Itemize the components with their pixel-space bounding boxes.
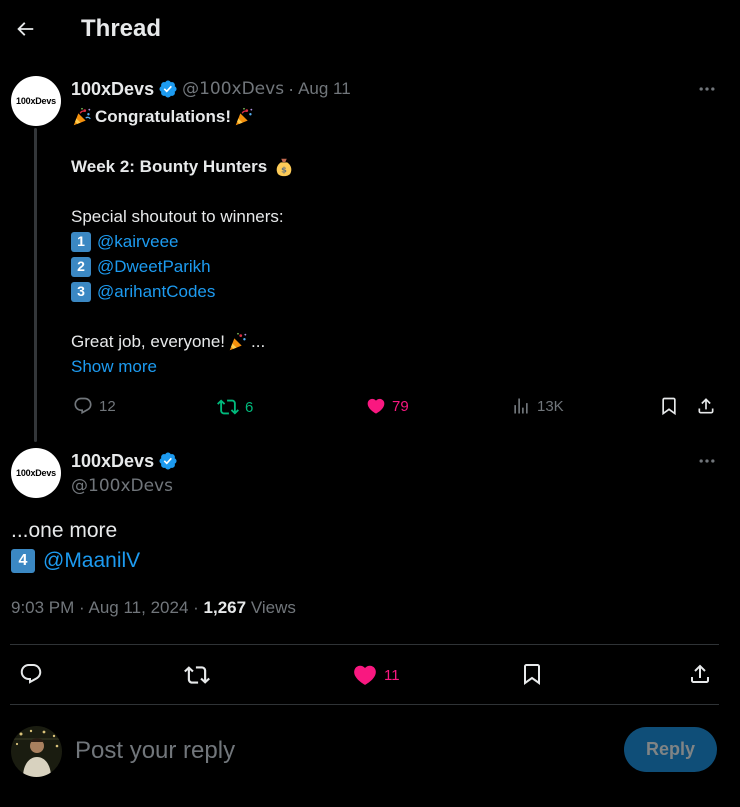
- reply-count: 12: [99, 397, 116, 415]
- views-count: 13K: [537, 397, 564, 415]
- views-label: Views: [250, 598, 296, 617]
- mention-link[interactable]: @DweetParikh: [97, 254, 211, 279]
- verified-badge-icon[interactable]: [158, 79, 178, 99]
- tweet-author-row: 100xDevs: [71, 450, 178, 472]
- reply-input[interactable]: [73, 732, 497, 770]
- more-options-button[interactable]: [692, 451, 722, 471]
- page-title: Thread: [81, 15, 162, 42]
- author-display-name[interactable]: 100xDevs: [71, 450, 154, 472]
- tweet-date[interactable]: Aug 11: [298, 78, 351, 100]
- separator-dot: ·: [79, 598, 85, 617]
- keycap-2: 2: [71, 256, 91, 277]
- tweet-time[interactable]: 9:03 PM: [11, 598, 74, 617]
- bookmark-icon: [524, 664, 540, 685]
- like-action[interactable]: 79: [366, 396, 409, 416]
- more-options-button[interactable]: [692, 79, 722, 99]
- share-icon: [691, 664, 709, 683]
- mention-link[interactable]: @arihantCodes: [97, 279, 215, 304]
- keycap-1: 1: [71, 231, 91, 252]
- reply-button[interactable]: Reply: [624, 727, 717, 772]
- winner-row: 2 @DweetParikh: [71, 254, 711, 279]
- thread-connector-line: [34, 128, 37, 442]
- views-number: 1,267: [203, 598, 247, 617]
- svg-text:$: $: [281, 164, 287, 174]
- heart-icon: [354, 665, 376, 685]
- money-bag-icon: $: [273, 156, 295, 178]
- avatar[interactable]: 100xDevs: [11, 448, 61, 498]
- more-icon: [699, 459, 715, 463]
- show-more-link[interactable]: Show more: [71, 354, 711, 379]
- heart-icon: [367, 398, 385, 414]
- retweet-action[interactable]: [184, 662, 210, 688]
- tweet-author-row: 100xDevs @100xDevs · Aug 11: [71, 78, 351, 100]
- week-text: Week 2: Bounty Hunters: [71, 157, 268, 176]
- closing-line: Great job, everyone! ...: [71, 329, 711, 354]
- separator-dot: ·: [288, 79, 295, 99]
- tweet-full-date[interactable]: Aug 11, 2024: [89, 598, 189, 617]
- ellipsis: ...: [251, 332, 266, 351]
- retweet-icon: [184, 666, 210, 684]
- bookmark-icon: [662, 397, 676, 416]
- views-action[interactable]: 13K: [511, 396, 564, 416]
- reply-action[interactable]: 12: [73, 396, 116, 416]
- user-avatar[interactable]: [11, 726, 62, 777]
- back-arrow-icon: [17, 22, 34, 36]
- avatar[interactable]: 100xDevs: [11, 76, 61, 126]
- avatar-label: 100xDevs: [16, 468, 56, 478]
- tweet-text: ...one more: [11, 519, 118, 542]
- back-button[interactable]: [8, 12, 42, 46]
- mention-link[interactable]: @MaanilV: [43, 547, 140, 575]
- party-popper-icon: [233, 106, 255, 128]
- share-action[interactable]: [696, 396, 716, 416]
- party-popper-icon: [227, 331, 249, 353]
- like-count: 79: [392, 397, 409, 415]
- retweet-icon: [217, 399, 239, 415]
- winner-row: 4 @MaanilV: [11, 547, 140, 575]
- keycap-4: 4: [11, 549, 35, 573]
- congrats-line: Congratulations!: [71, 104, 711, 129]
- like-action[interactable]: 11: [352, 662, 400, 688]
- winner-row: 3 @arihantCodes: [71, 279, 711, 304]
- winner-row: 1 @kairveee: [71, 229, 711, 254]
- divider: [10, 644, 719, 645]
- keycap-3: 3: [71, 281, 91, 302]
- closing-text: Great job, everyone!: [71, 332, 226, 351]
- views-icon: [514, 398, 528, 414]
- verified-badge-icon[interactable]: [158, 451, 178, 471]
- more-icon: [699, 87, 715, 91]
- divider: [10, 704, 719, 705]
- author-handle[interactable]: @100xDevs: [71, 475, 173, 497]
- bookmark-action[interactable]: [520, 662, 544, 686]
- mention-link[interactable]: @kairveee: [97, 229, 179, 254]
- avatar-label: 100xDevs: [16, 96, 56, 106]
- reply-icon: [74, 397, 92, 415]
- retweet-count: 6: [245, 398, 254, 416]
- congrats-text: Congratulations!: [95, 107, 231, 126]
- separator-dot: ·: [193, 598, 199, 617]
- week-line: Week 2: Bounty Hunters $: [71, 154, 711, 179]
- like-count: 11: [384, 666, 400, 684]
- retweet-action[interactable]: 6: [217, 396, 253, 418]
- author-handle[interactable]: @100xDevs: [182, 78, 284, 100]
- tweet-timestamp: 9:03 PM · Aug 11, 2024 · 1,267 Views: [11, 598, 296, 618]
- reply-icon: [20, 664, 42, 684]
- share-icon: [698, 398, 714, 414]
- party-popper-icon: [71, 106, 93, 128]
- tweet-text: Congratulations! Week 2: Bounty Hunters …: [71, 104, 711, 379]
- author-display-name[interactable]: 100xDevs: [71, 78, 154, 100]
- shoutout-line: Special shoutout to winners:: [71, 207, 284, 226]
- bookmark-action[interactable]: [659, 396, 679, 416]
- share-action[interactable]: [688, 662, 712, 686]
- reply-action[interactable]: [19, 662, 43, 686]
